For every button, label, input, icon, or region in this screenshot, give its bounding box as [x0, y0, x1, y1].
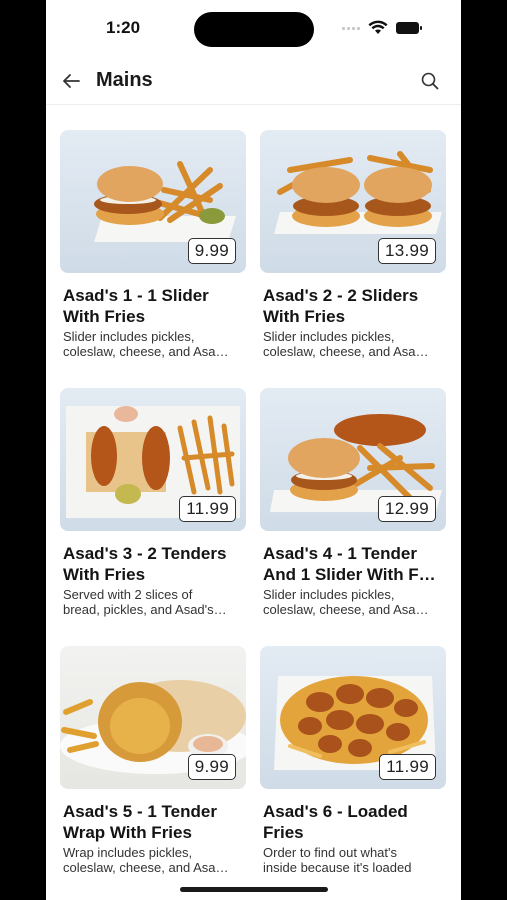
- search-button[interactable]: [417, 68, 443, 94]
- item-description: Slider includes pickles, coleslaw, chees…: [263, 587, 429, 617]
- status-time: 1:20: [106, 18, 141, 37]
- page-title: Mains: [96, 69, 153, 91]
- price-badge: 9.99: [187, 238, 236, 264]
- dynamic-island: [194, 12, 314, 47]
- nav-header: Mains: [46, 60, 461, 102]
- battery-icon: [396, 22, 422, 34]
- back-button[interactable]: [58, 68, 84, 94]
- price-badge: 13.99: [377, 238, 436, 264]
- price-badge: 11.99: [379, 754, 436, 780]
- item-name: Asad's 5 - 1 Tender Wrap With Fries: [63, 802, 217, 842]
- food-photo: 12.99: [260, 388, 446, 531]
- menu-item-card[interactable]: 11.99 Asad's 3 - 2 Tenders With Fries Se…: [60, 388, 247, 628]
- status-bar: 1:20: [46, 0, 461, 58]
- food-photo: 11.99: [60, 388, 246, 531]
- food-photo: 9.99: [60, 130, 246, 273]
- menu-item-card[interactable]: 11.99 Asad's 6 - Loaded Fries Order to f…: [260, 646, 447, 886]
- food-photo: 13.99: [260, 130, 446, 273]
- menu-item-card[interactable]: 13.99 Asad's 2 - 2 Sliders With Fries Sl…: [260, 130, 447, 370]
- header-divider: [46, 104, 461, 105]
- food-photo: 9.99: [60, 646, 246, 789]
- search-icon: [421, 72, 439, 90]
- item-description: Wrap includes pickles, coleslaw, cheese,…: [63, 845, 229, 875]
- home-indicator[interactable]: [180, 887, 328, 892]
- item-name: Asad's 2 - 2 Sliders With Fries: [263, 286, 419, 326]
- menu-item-card[interactable]: 12.99 Asad's 4 - 1 Tender And 1 Slider W…: [260, 388, 447, 628]
- cellular-signal-icon: [342, 27, 360, 30]
- item-name: Asad's 1 - 1 Slider With Fries: [63, 286, 209, 326]
- menu-item-card[interactable]: 9.99 Asad's 5 - 1 Tender Wrap With Fries…: [60, 646, 247, 886]
- price-badge: 9.99: [187, 754, 236, 780]
- price-badge: 12.99: [377, 496, 436, 522]
- item-description: Order to find out what's inside because …: [263, 845, 412, 875]
- wifi-icon: [368, 20, 388, 34]
- item-name: Asad's 4 - 1 Tender And 1 Slider With F…: [263, 544, 436, 584]
- item-description: Slider includes pickles, coleslaw, chees…: [263, 329, 429, 359]
- item-description: Slider includes pickles, coleslaw, chees…: [63, 329, 229, 359]
- item-name: Asad's 6 - Loaded Fries: [263, 802, 408, 842]
- menu-item-card[interactable]: 9.99 Asad's 1 - 1 Slider With Fries Slid…: [60, 130, 247, 370]
- food-photo: 11.99: [260, 646, 446, 789]
- app-screen: 1:20 Mains 9.99 Asad's 1 - 1 Slider With…: [46, 0, 461, 900]
- item-description: Served with 2 slices of bread, pickles, …: [63, 587, 227, 617]
- arrow-left-icon: [63, 74, 80, 88]
- price-badge: 11.99: [179, 496, 236, 522]
- item-name: Asad's 3 - 2 Tenders With Fries: [63, 544, 227, 584]
